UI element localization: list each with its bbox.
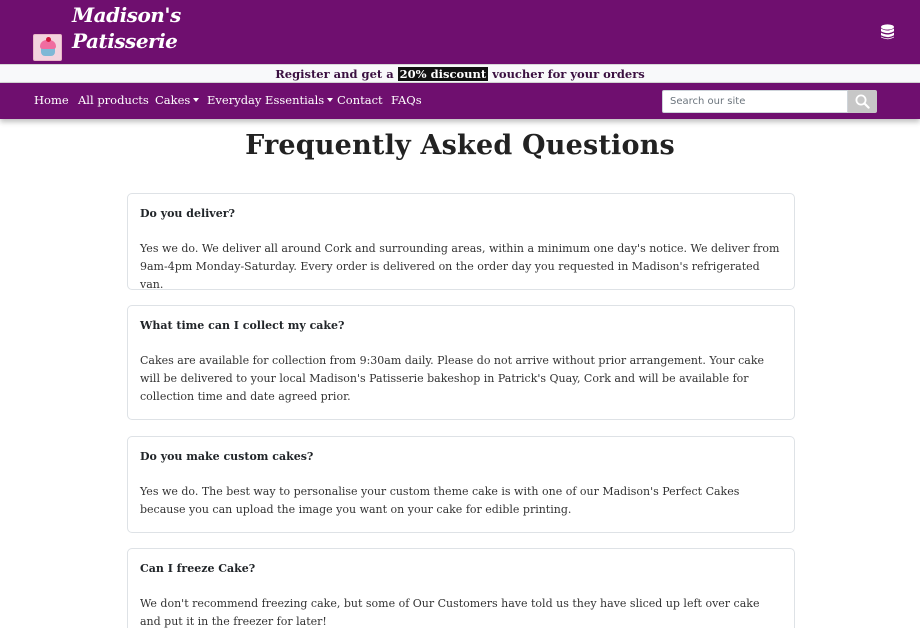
- nav-faqs-link[interactable]: FAQs: [391, 83, 422, 119]
- search-icon: [855, 94, 870, 109]
- cupcake-cherry: [46, 37, 51, 42]
- main-navbar: Home All products Cakes Everyday Essenti…: [0, 83, 920, 119]
- nav-cakes-label: Cakes: [155, 93, 191, 107]
- caret-down-icon: [327, 98, 334, 102]
- faq-card: Can I freeze Cake? We don't recommend fr…: [127, 548, 795, 628]
- site-header: Madison's Patisserie: [0, 0, 920, 64]
- cupcake-logo-icon[interactable]: [33, 34, 62, 61]
- faq-answer: We don't recommend freezing cake, but so…: [140, 597, 760, 628]
- faq-card: What time can I collect my cake? Cakes a…: [127, 305, 795, 420]
- nav-everyday-label: Everyday Essentials: [207, 93, 325, 107]
- faq-card: Do you make custom cakes? Yes we do. The…: [127, 436, 795, 533]
- faq-answer: Yes we do. The best way to personalise y…: [140, 485, 740, 516]
- nav-home-link[interactable]: Home: [34, 83, 69, 119]
- faq-question: Do you deliver?: [140, 207, 235, 220]
- faq-answer: Cakes are available for collection from …: [140, 354, 764, 403]
- faq-card: Do you deliver? Yes we do. We deliver al…: [127, 193, 795, 291]
- brand-line-2: Patisserie: [72, 29, 178, 53]
- promo-discount-highlight: 20% discount: [397, 67, 489, 81]
- promo-text-before: Register and get a: [275, 67, 394, 81]
- nav-cakes-dropdown[interactable]: Cakes: [155, 83, 200, 119]
- brand-line-1: Madison's: [72, 3, 181, 27]
- faq-answer: Yes we do. We deliver all around Cork an…: [140, 242, 780, 291]
- search-input[interactable]: [662, 90, 848, 113]
- faq-question: Do you make custom cakes?: [140, 450, 314, 463]
- page-title: Frequently Asked Questions: [245, 130, 675, 161]
- nav-everyday-essentials-dropdown[interactable]: Everyday Essentials: [207, 83, 334, 119]
- faq-question: Can I freeze Cake?: [140, 562, 256, 575]
- database-icon[interactable]: [880, 24, 895, 40]
- faq-question: What time can I collect my cake?: [140, 319, 345, 332]
- nav-all-products-link[interactable]: All products: [78, 83, 149, 119]
- search-button[interactable]: [848, 90, 877, 113]
- nav-contact-link[interactable]: Contact: [337, 83, 383, 119]
- caret-down-icon: [193, 98, 200, 102]
- promo-banner: Register and get a 20% discount voucher …: [0, 64, 920, 83]
- promo-text-after: voucher for your orders: [492, 67, 645, 81]
- brand-name[interactable]: Madison's Patisserie: [72, 2, 182, 54]
